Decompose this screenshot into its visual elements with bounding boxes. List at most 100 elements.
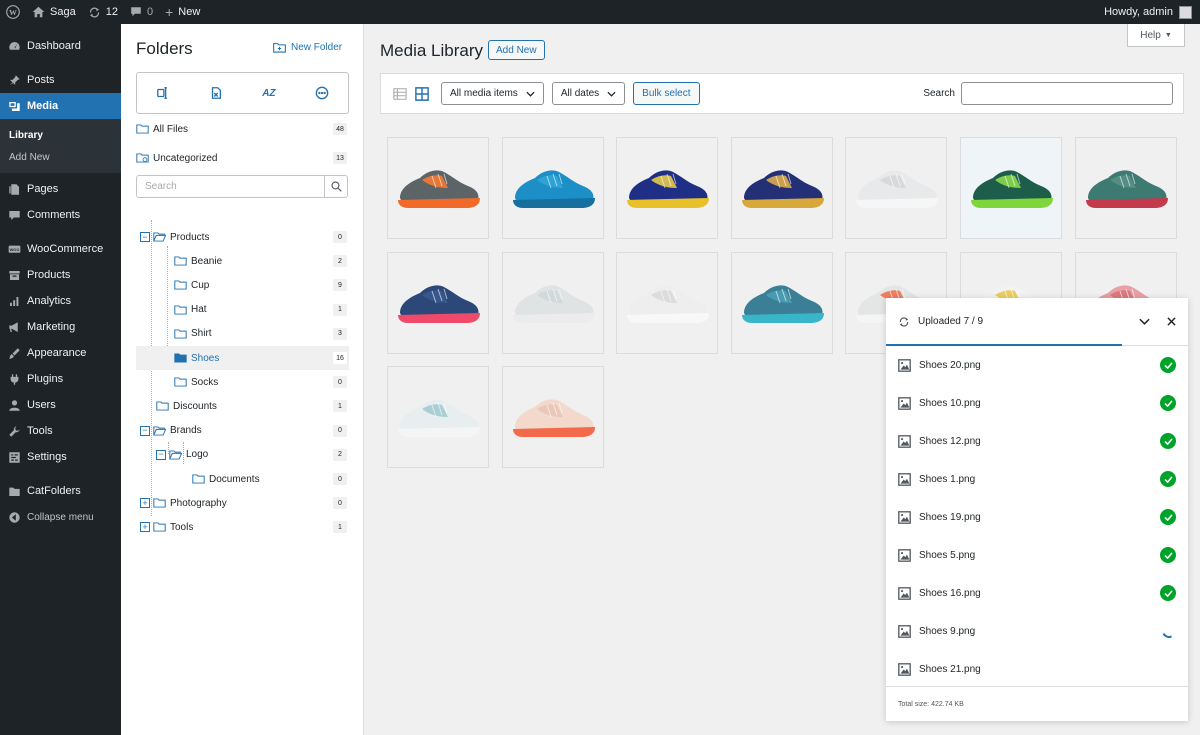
site-name-link[interactable]: Saga xyxy=(26,0,82,24)
list-view-icon[interactable] xyxy=(393,87,407,101)
upload-file-row: Shoes 21.png xyxy=(886,650,1188,688)
menu-item-settings[interactable]: Settings xyxy=(0,444,121,470)
upload-file-row: Shoes 9.png xyxy=(886,612,1188,650)
media-thumbnail[interactable] xyxy=(960,137,1062,239)
upload-file-list: Shoes 20.png Shoes 10.png Shoes 12.png Shoe… xyxy=(886,346,1188,688)
media-thumbnail[interactable] xyxy=(730,251,833,354)
expand-icon[interactable]: + xyxy=(140,498,150,509)
folder-hat[interactable]: Hat 1 xyxy=(136,298,349,322)
updates-link[interactable]: 12 xyxy=(82,0,124,24)
menu-item-analytics[interactable]: Analytics xyxy=(0,288,121,314)
folder-count: 1 xyxy=(333,521,347,534)
image-file-icon xyxy=(898,510,911,524)
collapse-icon[interactable]: − xyxy=(140,232,150,242)
collapse-menu-button[interactable]: Collapse menu xyxy=(0,504,121,530)
folder-open-icon xyxy=(153,232,166,242)
media-thumbnail[interactable] xyxy=(501,137,604,239)
media-thumbnail[interactable] xyxy=(616,251,719,354)
wordpress-logo-icon[interactable]: W xyxy=(0,0,26,24)
menu-item-comments[interactable]: Comments xyxy=(0,202,121,228)
date-filter[interactable]: All dates xyxy=(551,82,626,105)
folder-socks[interactable]: Socks 0 xyxy=(136,370,349,394)
media-thumbnail[interactable] xyxy=(387,137,489,239)
home-icon xyxy=(32,6,45,18)
more-options-button[interactable] xyxy=(312,83,332,103)
sort-folders-button[interactable]: AZ xyxy=(259,83,279,103)
menu-item-woocommerce[interactable]: WOO WooCommerce xyxy=(0,236,121,262)
bulk-select-button[interactable]: Bulk select xyxy=(633,82,700,105)
upload-file-row: Shoes 16.png xyxy=(886,574,1188,612)
folder-shirt[interactable]: Shirt 3 xyxy=(136,322,349,346)
menu-item-users[interactable]: Users xyxy=(0,392,121,418)
shoe-image xyxy=(627,284,710,323)
grid-view-icon[interactable] xyxy=(415,86,429,101)
rename-folder-button[interactable] xyxy=(153,83,173,103)
folder-label: Tools xyxy=(170,521,194,533)
folder-search-button[interactable] xyxy=(324,176,347,197)
close-icon[interactable] xyxy=(1167,317,1176,326)
account-menu[interactable]: Howdy, admin xyxy=(1104,5,1200,19)
chevron-down-icon[interactable] xyxy=(1139,318,1150,325)
delete-folder-button[interactable] xyxy=(206,83,226,103)
folder-icon xyxy=(136,124,149,134)
menu-item-catfolders[interactable]: CatFolders xyxy=(0,478,121,504)
media-thumbnail[interactable] xyxy=(616,137,719,239)
add-new-button[interactable]: Add New xyxy=(488,40,545,60)
add-folder-icon xyxy=(273,43,286,53)
menu-item-marketing[interactable]: Marketing xyxy=(0,314,121,340)
folder-beanie[interactable]: Beanie 2 xyxy=(136,249,349,273)
menu-item-label: Dashboard xyxy=(27,40,81,52)
upload-file-row: Shoes 5.png xyxy=(886,536,1188,574)
folder-documents[interactable]: Documents 0 xyxy=(136,467,349,491)
collapse-icon[interactable]: − xyxy=(140,425,150,436)
new-folder-button[interactable]: New Folder xyxy=(273,42,342,53)
media-type-filter[interactable]: All media items xyxy=(441,82,544,105)
menu-item-label: Pages xyxy=(27,183,59,195)
folder-all-files[interactable]: All Files 48 xyxy=(136,117,349,141)
folder-brands[interactable]: − Brands 0 xyxy=(136,419,349,443)
folder-uncategorized[interactable]: Uncategorized 13 xyxy=(136,146,349,170)
media-search-input[interactable] xyxy=(961,82,1173,105)
media-thumbnail[interactable] xyxy=(501,366,604,469)
upload-panel: Uploaded 7 / 9 Shoes 20.png Shoes 10.png S… xyxy=(886,298,1188,721)
shoe-image xyxy=(856,170,939,208)
new-content-link[interactable]: + New xyxy=(159,0,206,24)
submenu-add-new[interactable]: Add New xyxy=(0,146,121,168)
menu-item-posts[interactable]: Posts xyxy=(0,67,121,93)
menu-item-appearance[interactable]: Appearance xyxy=(0,340,121,366)
megaphone-icon xyxy=(9,321,18,332)
folder-count: 48 xyxy=(333,123,347,135)
folder-cup[interactable]: Cup 9 xyxy=(136,273,349,297)
folder-icon xyxy=(174,329,187,339)
image-file-icon xyxy=(898,624,911,638)
menu-item-tools[interactable]: Tools xyxy=(0,418,121,444)
folder-icon xyxy=(174,280,187,290)
help-button[interactable]: Help ▼ xyxy=(1127,24,1185,47)
collapse-icon[interactable]: − xyxy=(156,449,166,460)
folder-products[interactable]: − Products 0 xyxy=(136,225,349,249)
menu-item-pages[interactable]: Pages xyxy=(0,176,121,202)
folder-discounts[interactable]: Discounts 1 xyxy=(136,394,349,418)
media-thumbnail[interactable] xyxy=(387,366,489,469)
media-thumbnail[interactable] xyxy=(387,251,489,354)
menu-item-dashboard[interactable]: Dashboard xyxy=(0,33,121,59)
media-thumbnail[interactable] xyxy=(501,251,604,354)
media-thumbnail[interactable] xyxy=(1074,137,1177,239)
folder-shoes[interactable]: Shoes 16 xyxy=(136,346,349,370)
sort-az-icon: AZ xyxy=(262,87,276,99)
menu-item-products[interactable]: Products xyxy=(0,262,121,288)
folder-photography[interactable]: + Photography 0 xyxy=(136,491,349,515)
folder-search-input[interactable] xyxy=(137,176,324,197)
upload-file-name: Shoes 10.png xyxy=(919,397,981,409)
expand-icon[interactable]: + xyxy=(140,522,150,533)
folder-logo[interactable]: − Logo 2 xyxy=(136,443,349,467)
folder-tools[interactable]: + Tools 1 xyxy=(136,515,349,539)
menu-item-media[interactable]: Media xyxy=(0,93,121,119)
menu-item-plugins[interactable]: Plugins xyxy=(0,366,121,392)
media-thumbnail[interactable] xyxy=(730,137,833,239)
submenu-library[interactable]: Library xyxy=(0,124,121,146)
folder-label: Hat xyxy=(191,304,207,316)
comments-link[interactable]: 0 xyxy=(124,0,159,24)
admin-bar: W Saga 12 0 + New Howdy, admin xyxy=(0,0,1200,24)
media-thumbnail[interactable] xyxy=(845,137,948,239)
